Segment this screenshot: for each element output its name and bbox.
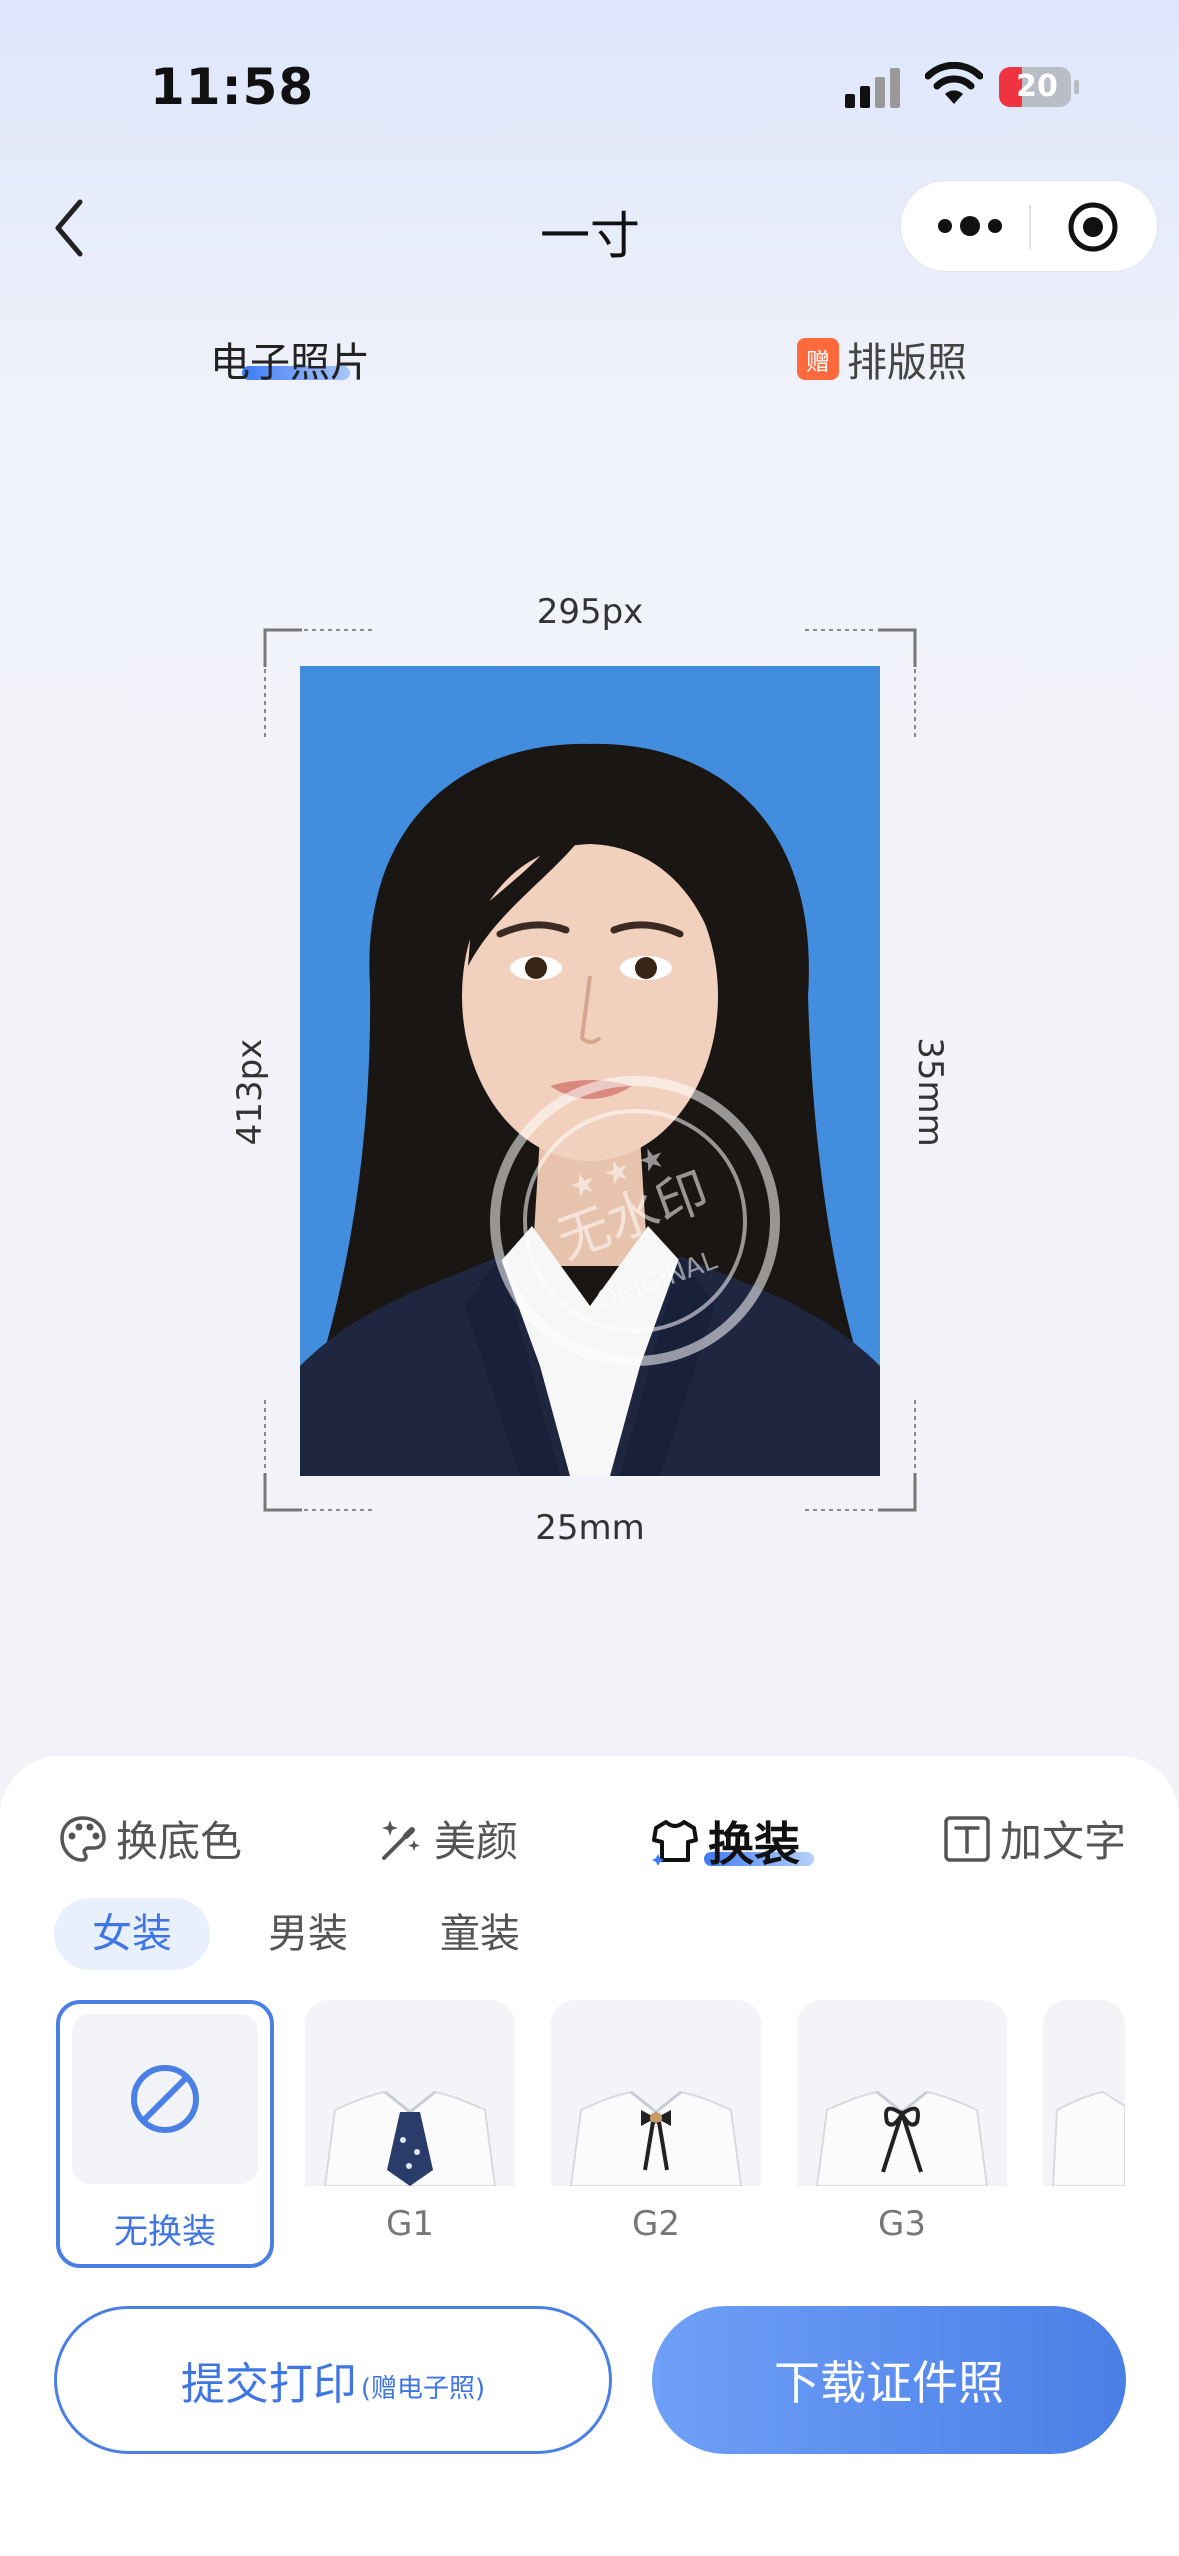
- tool-beauty-label: 美颜: [434, 1817, 519, 1866]
- palette-icon: [60, 1815, 106, 1862]
- tool-outfit[interactable]: 换装: [650, 1808, 800, 1874]
- signal-icon: [845, 68, 900, 108]
- text-box-icon: [944, 1815, 990, 1862]
- outfit-g3-thumb: [797, 2000, 1007, 2186]
- back-icon[interactable]: [48, 196, 96, 260]
- no-entry-icon: [131, 2065, 199, 2133]
- more-icon[interactable]: [937, 211, 1003, 241]
- outfit-partial-thumb: [1043, 2000, 1125, 2186]
- status-time: 11:58: [150, 58, 315, 116]
- tab-child-outfit[interactable]: 童装: [410, 1898, 550, 1970]
- submit-print-button[interactable]: 提交打印 (赠电子照): [54, 2306, 612, 2454]
- id-photo: 无水印 ORIGINAL ★ ★ ★: [300, 666, 880, 1476]
- outfit-option-partial[interactable]: [1043, 2000, 1125, 2268]
- outfit-g3-label: G3: [878, 2204, 926, 2244]
- submit-print-label: 提交打印: [180, 2359, 357, 2410]
- magic-wand-icon: [382, 1819, 420, 1860]
- target-icon[interactable]: [1067, 201, 1119, 253]
- outfit-option-g1[interactable]: G1: [305, 2000, 515, 2268]
- battery-level: 20: [1016, 69, 1058, 104]
- battery-icon: 20: [998, 66, 1080, 108]
- tab-layout-label: 排版照: [847, 340, 967, 386]
- portrait-image: 无水印 ORIGINAL ★ ★ ★: [300, 743, 880, 1476]
- tool-change-background[interactable]: 换底色: [58, 1808, 242, 1869]
- page-title: 一寸: [540, 207, 640, 265]
- tab-male-outfit[interactable]: 男装: [238, 1898, 378, 1970]
- outfit-none-thumb: [72, 2014, 258, 2184]
- download-photo-button[interactable]: 下载证件照: [652, 2306, 1126, 2454]
- outfit-g2-label: G2: [632, 2204, 680, 2244]
- wifi-icon: [925, 62, 983, 104]
- outfit-none-label: 无换装: [114, 2212, 216, 2252]
- tab-layout-photo[interactable]: 赠 排版照: [797, 330, 967, 388]
- outfit-g1-label: G1: [386, 2204, 434, 2244]
- mini-program-capsule: [900, 180, 1158, 272]
- capsule-divider: [1029, 205, 1031, 249]
- tool-beauty[interactable]: 美颜: [376, 1808, 518, 1869]
- tool-change-background-label: 换底色: [116, 1817, 243, 1866]
- tool-add-text[interactable]: 加文字: [942, 1808, 1126, 1869]
- outfit-g1-thumb: [305, 2000, 515, 2186]
- tab-electronic-photo[interactable]: 电子照片: [210, 330, 370, 388]
- gift-badge: 赠: [797, 338, 839, 380]
- outfit-option-g2[interactable]: G2: [551, 2000, 761, 2268]
- tab-female-outfit[interactable]: 女装: [54, 1898, 210, 1970]
- submit-print-note: (赠电子照): [360, 2373, 486, 2404]
- outfit-option-g3[interactable]: G3: [797, 2000, 1007, 2268]
- outfit-option-none[interactable]: 无换装: [56, 2000, 274, 2268]
- tool-outfit-label: 换装: [708, 1817, 800, 1871]
- outfit-g2-thumb: [551, 2000, 761, 2186]
- shirt-icon: [652, 1820, 698, 1866]
- tool-add-text-label: 加文字: [1000, 1817, 1127, 1866]
